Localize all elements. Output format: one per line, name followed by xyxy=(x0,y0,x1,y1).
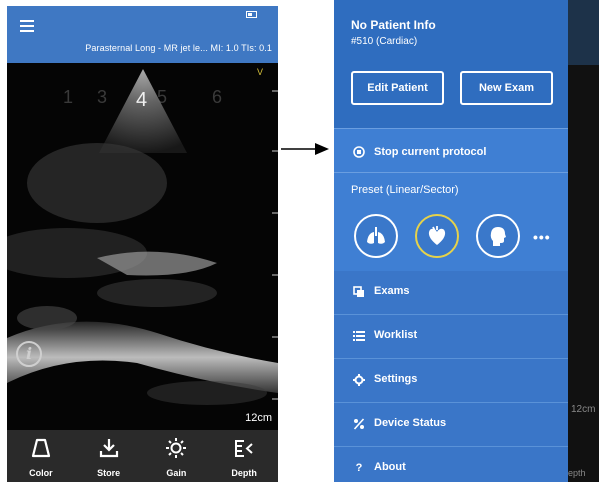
background-depth-fragment: 12cm xyxy=(571,404,596,415)
preset-cardiac-button[interactable] xyxy=(415,214,459,258)
gain-icon xyxy=(166,438,187,458)
menu-item-settings[interactable]: Settings xyxy=(334,359,568,401)
menu-item-label: Device Status xyxy=(374,417,447,429)
drawer-menu: Exams Worklist Settings Device Status ? … xyxy=(334,271,568,482)
depth-readout: 12cm xyxy=(245,412,272,424)
store-icon xyxy=(99,439,118,458)
patient-id: #510 (Cardiac) xyxy=(351,36,418,47)
sector-number-highlight: 4 xyxy=(136,89,147,111)
store-label: Store xyxy=(97,468,121,478)
patient-section: No Patient Info #510 (Cardiac) Edit Pati… xyxy=(334,0,568,128)
sector-number: 3 xyxy=(97,87,107,107)
scan-info-text: Parasternal Long - MR jet le... MI: 1.0 … xyxy=(85,43,272,53)
menu-item-label: Exams xyxy=(374,285,410,297)
color-icon xyxy=(31,438,50,458)
divider xyxy=(334,172,568,173)
store-button[interactable]: Store xyxy=(75,430,143,482)
preset-more-button[interactable]: ••• xyxy=(533,229,551,245)
exams-icon xyxy=(353,286,364,297)
heart-icon xyxy=(428,226,446,245)
bottom-toolbar: Color Store Gain Depth xyxy=(7,430,278,482)
ultrasound-scan-graphic: 1 3 5 6 4 xyxy=(7,69,278,405)
stop-protocol-label: Stop current protocol xyxy=(374,146,487,158)
preset-title: Preset (Linear/Sector) xyxy=(351,184,459,196)
patient-name: No Patient Info xyxy=(351,18,436,32)
lungs-icon xyxy=(367,227,385,244)
near-field-echo xyxy=(99,69,187,153)
posterior-wall-echo xyxy=(7,321,278,393)
new-exam-button[interactable]: New Exam xyxy=(460,71,553,105)
left-phone-screen: Parasternal Long - MR jet le... MI: 1.0 … xyxy=(7,6,278,482)
background-peek: 12cm epth xyxy=(568,0,599,482)
navigation-drawer: No Patient Info #510 (Cardiac) Edit Pati… xyxy=(334,0,568,482)
hamburger-menu-icon[interactable] xyxy=(20,20,34,32)
preset-lung-button[interactable] xyxy=(354,214,398,258)
head-icon xyxy=(490,227,506,246)
menu-item-exams[interactable]: Exams xyxy=(334,271,568,313)
worklist-icon xyxy=(353,331,365,341)
sector-number: 1 xyxy=(63,87,73,107)
ultrasound-image[interactable]: 1 3 5 6 4 V i 12cm xyxy=(7,63,278,430)
menu-item-label: About xyxy=(374,461,406,473)
menu-item-label: Settings xyxy=(374,373,418,385)
right-phone-screen: 12cm epth No Patient Info #510 (Cardiac)… xyxy=(334,0,599,482)
depth-label: Depth xyxy=(231,468,257,478)
divider xyxy=(334,128,568,129)
depth-button[interactable]: Depth xyxy=(210,430,278,482)
depth-icon xyxy=(235,440,253,457)
info-icon[interactable]: i xyxy=(16,341,42,367)
gain-label: Gain xyxy=(166,468,187,478)
about-icon: ? xyxy=(355,462,363,474)
color-label: Color xyxy=(29,468,53,478)
menu-item-label: Worklist xyxy=(374,329,418,341)
settings-icon xyxy=(353,374,365,386)
color-button[interactable]: Color xyxy=(7,430,75,482)
device-status-icon xyxy=(353,418,365,430)
preset-head-button[interactable] xyxy=(476,214,520,258)
stop-protocol-icon xyxy=(353,146,365,158)
gain-button[interactable]: Gain xyxy=(143,430,211,482)
battery-icon xyxy=(246,11,257,18)
stop-protocol-button[interactable]: Stop current protocol xyxy=(334,135,568,170)
edit-patient-button[interactable]: Edit Patient xyxy=(351,71,444,105)
app-header: Parasternal Long - MR jet le... MI: 1.0 … xyxy=(7,6,278,63)
orientation-marker: V xyxy=(256,67,263,77)
background-label-fragment: epth xyxy=(568,468,586,478)
transition-arrow-icon xyxy=(281,143,329,155)
menu-item-worklist[interactable]: Worklist xyxy=(334,315,568,357)
sector-number: 6 xyxy=(212,87,222,107)
menu-item-about[interactable]: ? About xyxy=(334,447,568,482)
preset-section: Preset (Linear/Sector) ••• xyxy=(334,174,568,270)
menu-item-device-status[interactable]: Device Status xyxy=(334,403,568,445)
